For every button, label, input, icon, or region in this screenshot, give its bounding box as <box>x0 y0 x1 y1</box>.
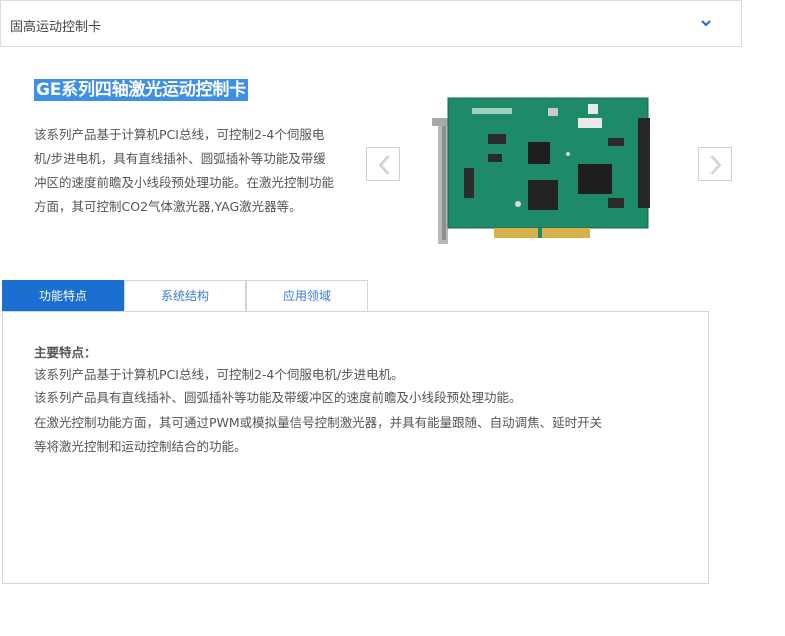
chevron-down-icon <box>701 20 711 27</box>
feature-line: 该系列产品具有直线插补、圆弧插补等功能及带缓冲区的速度前瞻及小线段预处理功能。 <box>34 390 522 405</box>
product-description-line: 机/步进电机，具有直线插补、圆弧插补等功能及带缓 <box>34 151 326 166</box>
product-description-line: 该系列产品基于计算机PCI总线，可控制2-4个伺服电 <box>34 127 325 142</box>
tab-panel-features: 主要特点： 该系列产品基于计算机PCI总线，可控制2-4个伺服电机/步进电机。 … <box>2 311 709 584</box>
feature-line: 该系列产品基于计算机PCI总线，可控制2-4个伺服电机/步进电机。 <box>34 367 404 382</box>
category-dropdown-label: 固高运动控制卡 <box>10 20 102 35</box>
product-image <box>432 97 650 244</box>
feature-line: 在激光控制功能方面，其可通过PWM或模拟量信号控制激光器，并具有能量跟随、自动调… <box>34 415 603 430</box>
category-dropdown[interactable]: 固高运动控制卡 <box>0 0 742 47</box>
product-description-line: 方面，其可控制CO2气体激光器,YAG激光器等。 <box>34 199 302 214</box>
carousel-prev-button[interactable] <box>366 147 400 181</box>
tab-features[interactable]: 功能特点 <box>2 280 124 312</box>
product-title: GE系列四轴激光运动控制卡 <box>34 79 248 101</box>
feature-line: 等将激光控制和运动控制结合的功能。 <box>34 439 247 454</box>
carousel-next-button[interactable] <box>698 147 732 181</box>
product-description-line: 冲区的速度前瞻及小线段预处理功能。在激光控制功能 <box>34 175 335 190</box>
tab-system-structure[interactable]: 系统结构 <box>124 280 246 312</box>
chevron-left-icon <box>378 155 391 175</box>
product-description: 该系列产品基于计算机PCI总线，可控制2-4个伺服电 机/步进电机，具有直线插补… <box>34 123 354 219</box>
features-heading: 主要特点： <box>34 345 97 360</box>
tab-applications[interactable]: 应用领域 <box>246 280 368 312</box>
chevron-right-icon <box>709 155 722 175</box>
